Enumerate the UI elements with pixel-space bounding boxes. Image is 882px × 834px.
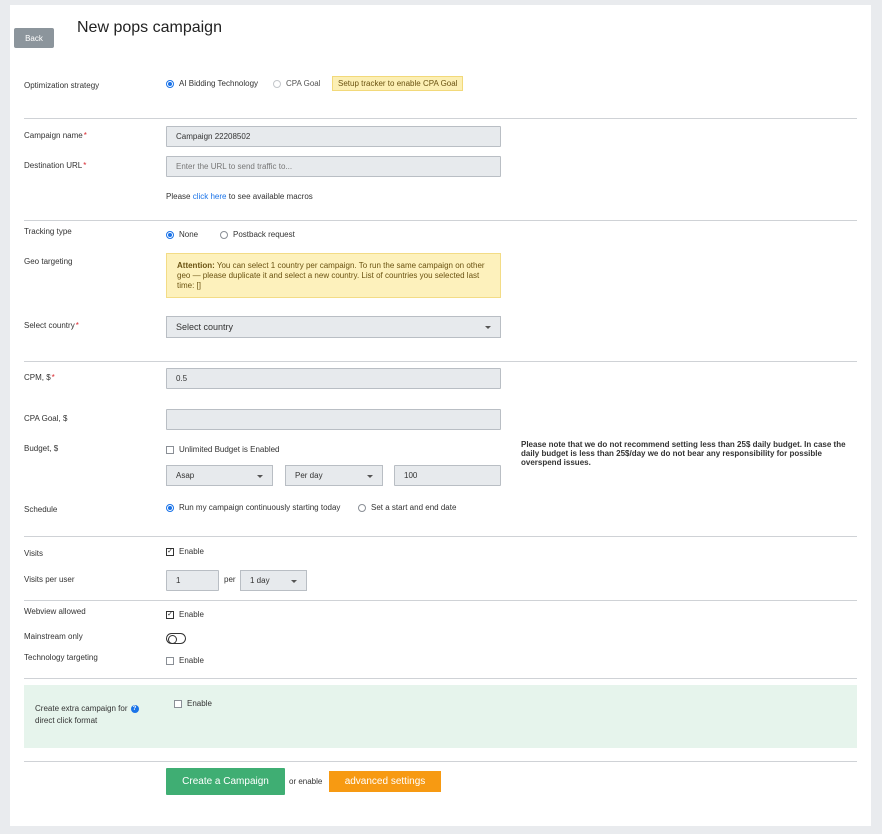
macros-hint: Please click here to see available macro… (166, 192, 313, 201)
country-select-value: Select country (176, 322, 234, 332)
radio-ai-bidding[interactable]: AI Bidding Technology (166, 79, 258, 88)
unlimited-budget-checkbox[interactable]: Unlimited Budget is Enabled (166, 445, 280, 454)
visits-enable-checkbox[interactable]: ✓ Enable (166, 547, 204, 556)
divider (24, 600, 857, 601)
campaign-name-input[interactable]: Campaign 22208502 (166, 126, 501, 147)
budget-note: Please note that we do not recommend set… (521, 440, 846, 467)
visits-per-user-input[interactable]: 1 (166, 570, 219, 591)
radio-label: None (179, 230, 199, 239)
radio-label: AI Bidding Technology (179, 79, 259, 88)
advanced-settings-button[interactable]: advanced settings (329, 771, 441, 792)
checkbox[interactable] (174, 699, 182, 708)
schedule-label: Schedule (24, 505, 58, 514)
budget-pacing-select[interactable]: Asap (166, 465, 273, 486)
tracking-type-label: Tracking type (24, 227, 72, 236)
radio-schedule-dates[interactable]: Set a start and end date (358, 503, 456, 512)
radio-button[interactable] (166, 503, 174, 512)
mainstream-label: Mainstream only (24, 632, 83, 641)
webview-label: Webview allowed (24, 607, 86, 616)
chevron-down-icon (291, 579, 297, 583)
destination-url-label: Destination URL* (24, 161, 87, 170)
checkbox-label: Unlimited Budget is Enabled (179, 445, 280, 454)
back-button[interactable]: Back (14, 28, 54, 48)
radio-tracking-postback[interactable]: Postback request (220, 230, 295, 239)
webview-enable-checkbox[interactable]: ✓ Enable (166, 610, 204, 619)
budget-period-select[interactable]: Per day (285, 465, 383, 486)
radio-label: Postback request (233, 230, 295, 239)
visits-label: Visits (24, 549, 43, 558)
alert-text: You can select 1 country per campaign. T… (177, 261, 485, 290)
country-select[interactable]: Select country (166, 316, 501, 338)
radio-schedule-continuous[interactable]: Run my campaign continuously starting to… (166, 503, 340, 512)
visits-per-user-label: Visits per user (24, 575, 75, 584)
radio-label: Run my campaign continuously starting to… (179, 503, 341, 512)
cpa-goal-input[interactable] (166, 409, 501, 430)
period-value: Per day (295, 471, 323, 480)
campaign-name-label: Campaign name* (24, 131, 87, 140)
divider (24, 536, 857, 537)
help-icon[interactable]: ? (130, 704, 139, 713)
radio-cpa-goal[interactable]: CPA Goal (273, 79, 321, 88)
radio-button[interactable] (358, 503, 366, 512)
divider (24, 678, 857, 679)
checkbox-label: Enable (179, 656, 204, 665)
extra-campaign-section (24, 685, 857, 748)
chevron-down-icon (257, 474, 263, 478)
geo-attention-alert: Attention: You can select 1 country per … (166, 253, 501, 298)
technology-enable-checkbox[interactable]: Enable (166, 656, 204, 665)
destination-url-input[interactable]: Enter the URL to send traffic to... (166, 156, 501, 177)
cpa-tracker-badge: Setup tracker to enable CPA Goal (332, 76, 464, 91)
radio-button[interactable] (166, 230, 174, 239)
checkbox-label: Enable (179, 610, 204, 619)
extra-campaign-checkbox[interactable]: Enable (174, 699, 212, 708)
visits-period-select[interactable]: 1 day (240, 570, 307, 591)
budget-label: Budget, $ (24, 444, 59, 453)
checkmark-icon[interactable]: ✓ (166, 547, 174, 556)
alert-title: Attention: (177, 261, 215, 270)
checkbox[interactable] (166, 445, 174, 454)
radio-button[interactable] (166, 79, 174, 88)
macros-link[interactable]: click here (193, 192, 227, 201)
chevron-down-icon (367, 474, 373, 478)
create-campaign-button[interactable]: Create a Campaign (166, 768, 285, 795)
visits-period-value: 1 day (250, 576, 270, 585)
checkmark-icon[interactable]: ✓ (166, 610, 174, 619)
budget-amount-input[interactable]: 100 (394, 465, 501, 486)
cpm-input[interactable]: 0.5 (166, 368, 501, 389)
extra-campaign-label: Create extra campaign for? direct click … (35, 703, 139, 727)
technology-label: Technology targeting (24, 653, 98, 662)
optimization-label: Optimization strategy (24, 81, 100, 90)
radio-tracking-none[interactable]: None (166, 230, 198, 239)
geo-targeting-label: Geo targeting (24, 257, 73, 266)
chevron-down-icon (485, 326, 491, 329)
divider (24, 220, 857, 221)
select-country-label: Select country* (24, 321, 79, 330)
radio-label: Set a start and end date (371, 503, 457, 512)
checkbox[interactable] (166, 656, 174, 665)
divider (24, 118, 857, 119)
divider (24, 361, 857, 362)
divider (24, 761, 857, 762)
cpm-label: CPM, $* (24, 373, 55, 382)
radio-button[interactable] (273, 79, 281, 88)
radio-label: CPA Goal (286, 79, 321, 88)
per-label: per (224, 575, 236, 584)
mainstream-toggle[interactable] (166, 633, 186, 644)
radio-button[interactable] (220, 230, 228, 239)
page-title: New pops campaign (77, 19, 222, 36)
cpa-goal-label: CPA Goal, $ (24, 414, 68, 423)
or-enable-label: or enable (289, 777, 323, 786)
checkbox-label: Enable (179, 547, 204, 556)
checkbox-label: Enable (187, 699, 212, 708)
pacing-value: Asap (176, 471, 195, 480)
